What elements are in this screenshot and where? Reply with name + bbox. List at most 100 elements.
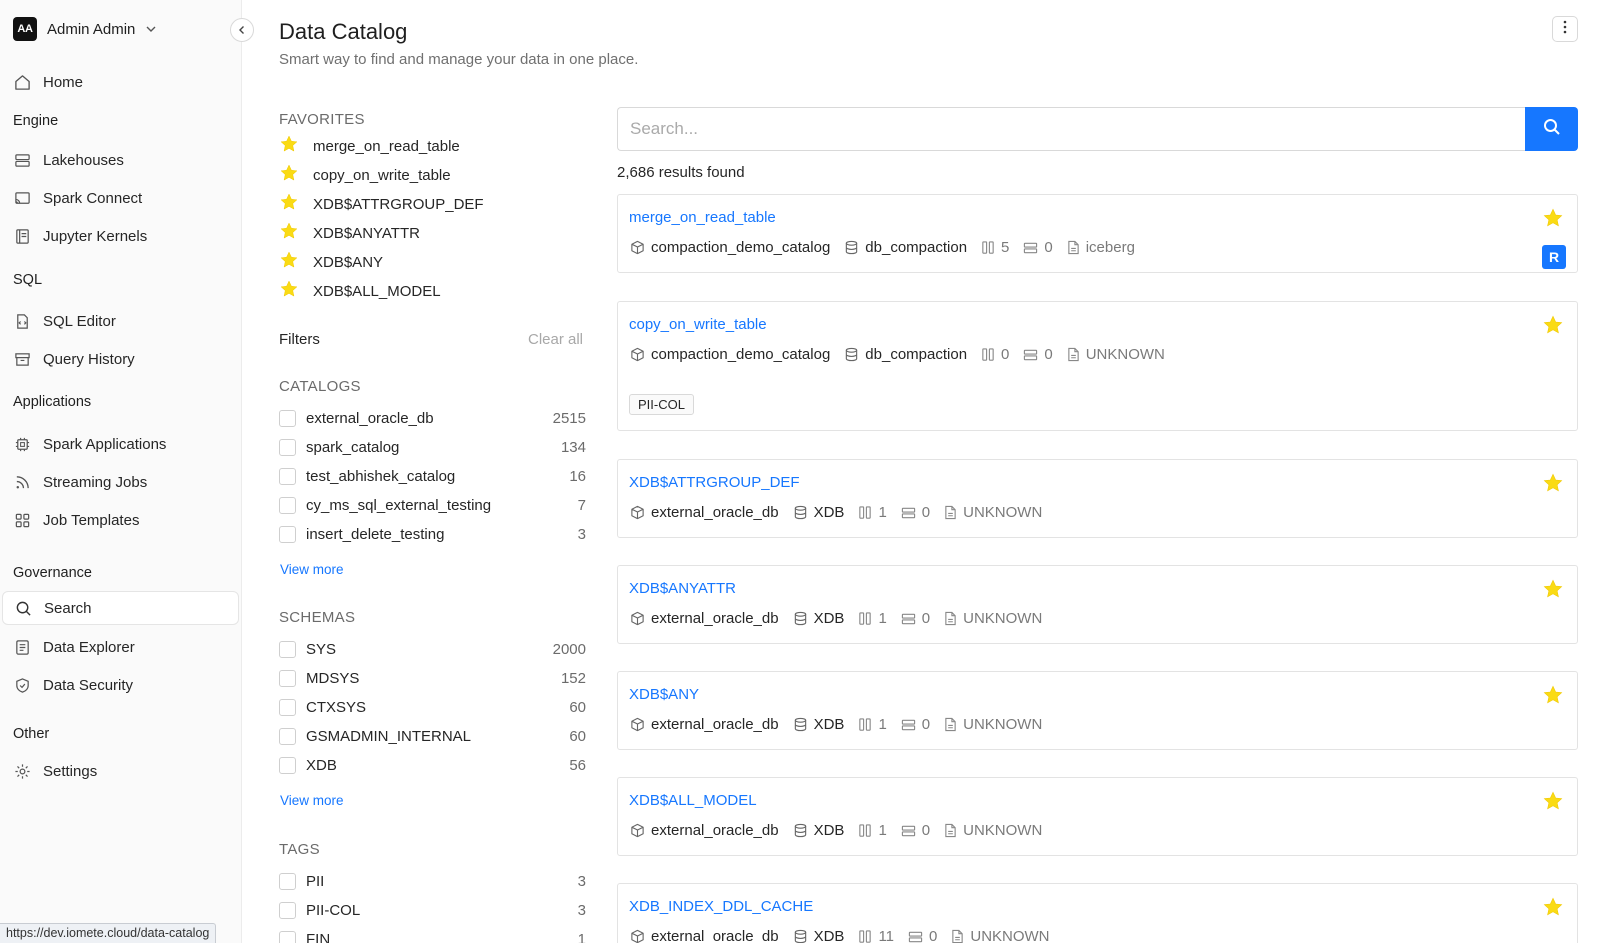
filter-option-tag[interactable]: FIN 1 bbox=[279, 931, 586, 943]
favorite-star-button[interactable] bbox=[1542, 684, 1564, 710]
nav-item-query-history[interactable]: Query History bbox=[0, 342, 239, 376]
result-card[interactable]: XDB$ATTRGROUP_DEF external_oracle_db XDB 1 0… bbox=[617, 459, 1578, 538]
filter-option-schema[interactable]: CTXSYS 60 bbox=[279, 699, 586, 716]
catalogs-view-more-link[interactable]: View more bbox=[280, 562, 344, 577]
nav-item-home[interactable]: Home bbox=[0, 65, 239, 99]
filter-option-catalog[interactable]: test_abhishek_catalog 16 bbox=[279, 468, 586, 485]
result-card[interactable]: XDB$ALL_MODEL external_oracle_db XDB 1 0 UNKN… bbox=[617, 777, 1578, 856]
nav-item-lakehouses[interactable]: Lakehouses bbox=[0, 143, 239, 177]
shield-icon bbox=[13, 676, 31, 694]
checkbox[interactable] bbox=[279, 641, 296, 658]
checkbox[interactable] bbox=[279, 526, 296, 543]
nav-item-spark-connect[interactable]: Spark Connect bbox=[0, 181, 239, 215]
rows-icon bbox=[908, 930, 923, 943]
nav-item-spark-applications[interactable]: Spark Applications bbox=[0, 427, 239, 461]
result-table-link[interactable]: XDB$ANYATTR bbox=[629, 580, 736, 597]
result-card[interactable]: copy_on_write_table compaction_demo_catal… bbox=[617, 301, 1578, 431]
result-format-group: UNKNOWN bbox=[951, 928, 1050, 943]
filter-option-count: 60 bbox=[569, 699, 586, 716]
result-card[interactable]: XDB$ANYATTR external_oracle_db XDB 1 0 UNKNOW… bbox=[617, 565, 1578, 644]
result-table-link[interactable]: merge_on_read_table bbox=[629, 209, 776, 226]
filter-option-tag[interactable]: PII 3 bbox=[279, 873, 586, 890]
nav-item-sql-editor[interactable]: SQL Editor bbox=[0, 304, 239, 338]
filter-option-catalog[interactable]: cy_ms_sql_external_testing 7 bbox=[279, 497, 586, 514]
result-card[interactable]: XDB$ANY external_oracle_db XDB 1 0 UNKNOWN bbox=[617, 671, 1578, 750]
checkbox[interactable] bbox=[279, 873, 296, 890]
more-options-button[interactable] bbox=[1552, 16, 1578, 42]
result-catalog: external_oracle_db bbox=[651, 822, 779, 839]
clear-all-button[interactable]: Clear all bbox=[528, 331, 583, 348]
result-table-link[interactable]: XDB$ANY bbox=[629, 686, 699, 703]
checkbox[interactable] bbox=[279, 902, 296, 919]
favorite-label: copy_on_write_table bbox=[313, 166, 451, 184]
notebook-icon bbox=[13, 227, 31, 245]
result-table-link[interactable]: XDB$ALL_MODEL bbox=[629, 792, 757, 809]
checkbox[interactable] bbox=[279, 670, 296, 687]
result-table-link[interactable]: XDB$ATTRGROUP_DEF bbox=[629, 474, 800, 491]
result-catalog-group: external_oracle_db bbox=[630, 610, 779, 627]
favorite-item[interactable]: merge_on_read_table bbox=[279, 134, 460, 158]
schemas-view-more-link[interactable]: View more bbox=[280, 793, 344, 808]
nav-item-jupyter-kernels[interactable]: Jupyter Kernels bbox=[0, 219, 239, 253]
favorite-star-button[interactable] bbox=[1542, 896, 1564, 922]
result-format-group: UNKNOWN bbox=[944, 610, 1042, 627]
user-menu[interactable]: AA Admin Admin bbox=[13, 17, 157, 41]
nav-item-job-templates[interactable]: Job Templates bbox=[0, 503, 239, 537]
favorite-item[interactable]: XDB$ATTRGROUP_DEF bbox=[279, 192, 484, 216]
nav-item-settings[interactable]: Settings bbox=[0, 754, 239, 788]
search-input[interactable] bbox=[617, 107, 1525, 151]
search-button[interactable] bbox=[1525, 107, 1578, 151]
favorite-star-button[interactable] bbox=[1542, 207, 1564, 233]
checkbox[interactable] bbox=[279, 497, 296, 514]
result-card[interactable]: merge_on_read_table compaction_demo_catal… bbox=[617, 194, 1578, 273]
filter-option-tag[interactable]: PII-COL 3 bbox=[279, 902, 586, 919]
nav-item-data-explorer[interactable]: Data Explorer bbox=[0, 630, 239, 664]
result-column-count-group: 11 bbox=[858, 928, 894, 943]
result-row-count: 0 bbox=[921, 610, 931, 627]
result-table-link[interactable]: copy_on_write_table bbox=[629, 316, 767, 333]
favorite-item[interactable]: XDB$ALL_MODEL bbox=[279, 279, 441, 303]
nav-label: Jupyter Kernels bbox=[43, 227, 148, 245]
checkbox[interactable] bbox=[279, 931, 296, 943]
favorite-star-button[interactable] bbox=[1542, 790, 1564, 816]
filter-option-schema[interactable]: MDSYS 152 bbox=[279, 670, 586, 687]
result-row-count: 0 bbox=[1044, 239, 1053, 256]
filter-option-schema[interactable]: XDB 56 bbox=[279, 757, 586, 774]
result-catalog-group: external_oracle_db bbox=[630, 504, 779, 521]
filter-option-catalog[interactable]: spark_catalog 134 bbox=[279, 439, 586, 456]
result-catalog-group: compaction_demo_catalog bbox=[630, 239, 830, 256]
favorite-star-button[interactable] bbox=[1542, 578, 1564, 604]
catalog-icon bbox=[630, 717, 645, 732]
favorite-item[interactable]: XDB$ANYATTR bbox=[279, 221, 420, 245]
checkbox[interactable] bbox=[279, 728, 296, 745]
favorite-item[interactable]: copy_on_write_table bbox=[279, 163, 451, 187]
result-column-count: 5 bbox=[1001, 239, 1010, 256]
catalogs-title: CATALOGS bbox=[279, 378, 361, 395]
checkbox[interactable] bbox=[279, 410, 296, 427]
result-meta: external_oracle_db XDB 1 0 UNKNOWN bbox=[630, 610, 1056, 627]
checkbox[interactable] bbox=[279, 439, 296, 456]
filter-option-label: cy_ms_sql_external_testing bbox=[306, 497, 492, 514]
checkbox[interactable] bbox=[279, 699, 296, 716]
filter-option-catalog[interactable]: insert_delete_testing 3 bbox=[279, 526, 586, 543]
favorite-star-button[interactable] bbox=[1542, 472, 1564, 498]
result-table-link[interactable]: XDB_INDEX_DDL_CACHE bbox=[629, 898, 813, 915]
result-tag-chip[interactable]: PII-COL bbox=[629, 394, 694, 415]
nav-item-data-security[interactable]: Data Security bbox=[0, 668, 239, 702]
columns-icon bbox=[858, 611, 872, 626]
nav-item-streaming-jobs[interactable]: Streaming Jobs bbox=[0, 465, 239, 499]
filter-option-schema[interactable]: SYS 2000 bbox=[279, 641, 586, 658]
filter-option-schema[interactable]: GSMADMIN_INTERNAL 60 bbox=[279, 728, 586, 745]
star-icon bbox=[279, 279, 299, 303]
filter-option-catalog[interactable]: external_oracle_db 2515 bbox=[279, 410, 586, 427]
favorite-star-button[interactable] bbox=[1542, 314, 1564, 340]
checkbox[interactable] bbox=[279, 468, 296, 485]
nav-label: Search bbox=[44, 599, 92, 617]
result-card[interactable]: XDB_INDEX_DDL_CACHE external_oracle_db XDB… bbox=[617, 883, 1578, 943]
filter-option-count: 56 bbox=[569, 757, 586, 774]
nav-item-search[interactable]: Search bbox=[2, 591, 239, 625]
favorite-item[interactable]: XDB$ANY bbox=[279, 250, 383, 274]
collapse-sidebar-button[interactable] bbox=[230, 18, 254, 42]
avatar: AA bbox=[13, 17, 37, 41]
checkbox[interactable] bbox=[279, 757, 296, 774]
